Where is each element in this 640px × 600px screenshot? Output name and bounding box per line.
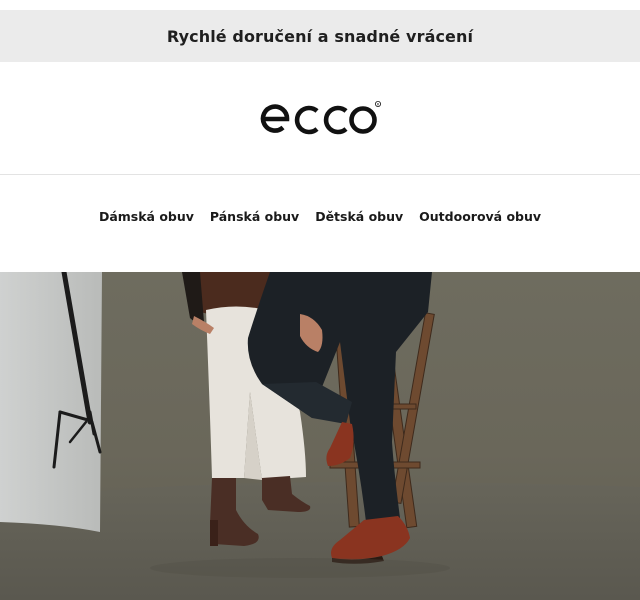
- nav-item-kids[interactable]: Dětská obuv: [307, 209, 411, 224]
- promo-bar: Rychlé doručení a snadné vrácení: [0, 10, 640, 62]
- hero-banner[interactable]: [0, 272, 640, 600]
- main-nav: Dámská obuv Pánská obuv Dětská obuv Outd…: [0, 175, 640, 272]
- nav-list: Dámská obuv Pánská obuv Dětská obuv Outd…: [91, 209, 549, 224]
- nav-item-men[interactable]: Pánská obuv: [202, 209, 307, 224]
- ecco-logo-icon[interactable]: R: [258, 100, 382, 136]
- nav-item-outdoor[interactable]: Outdoorová obuv: [411, 209, 549, 224]
- nav-item-women[interactable]: Dámská obuv: [91, 209, 202, 224]
- site-header: R: [0, 62, 640, 175]
- hero-photo: [0, 272, 640, 600]
- promo-text: Rychlé doručení a snadné vrácení: [166, 26, 474, 46]
